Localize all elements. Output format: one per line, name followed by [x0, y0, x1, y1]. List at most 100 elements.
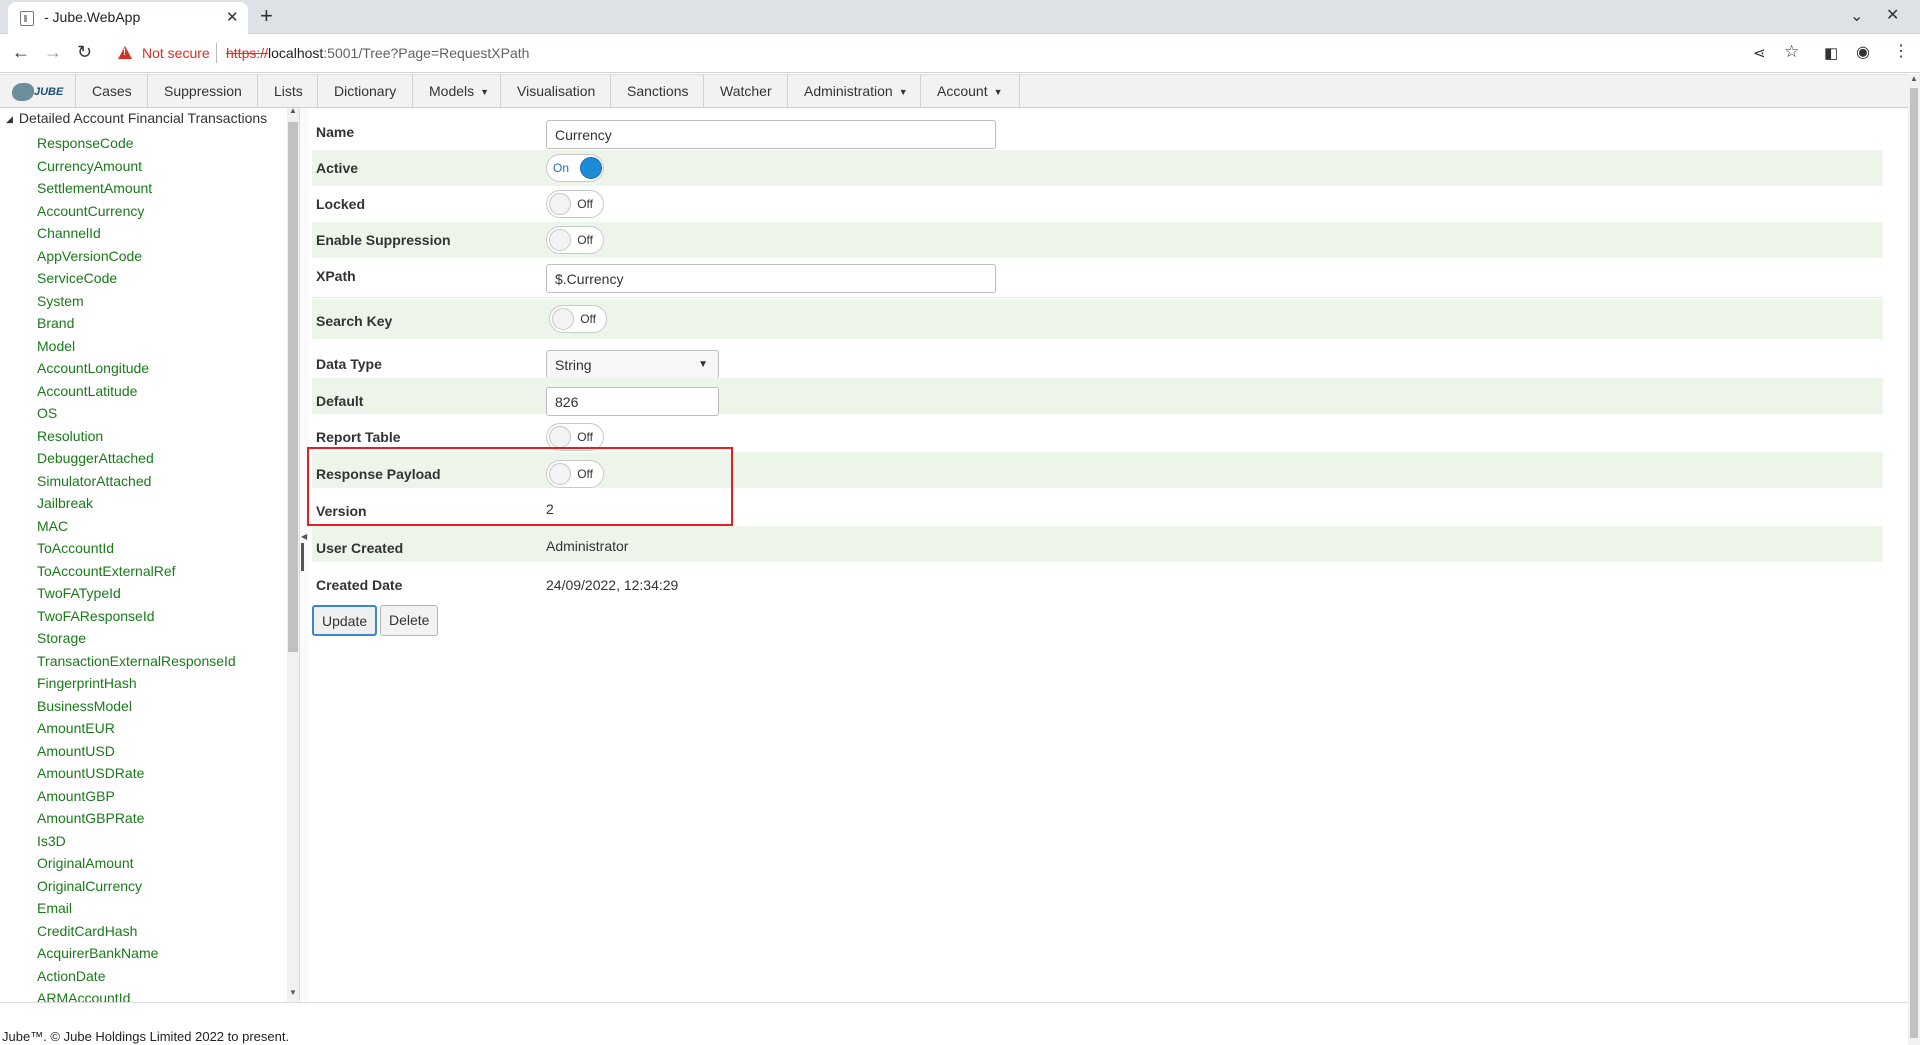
share-icon[interactable]: ⋖ [1753, 44, 1766, 64]
dropdown-arrow-icon: ▼ [698, 359, 708, 370]
update-button[interactable]: Update [312, 605, 378, 636]
tree-item[interactable]: Model [37, 335, 236, 358]
tree-item[interactable]: System [37, 290, 236, 313]
tree-item[interactable]: TransactionExternalResponseId [37, 650, 236, 673]
tree-item[interactable]: Jailbreak [37, 492, 236, 515]
tree-scrollbar[interactable]: ▲ ▼ [287, 108, 299, 1002]
tree-item[interactable]: AppVersionCode [37, 245, 236, 268]
not-secure-label[interactable]: Not secure [142, 45, 210, 61]
tree-item[interactable]: AmountUSD [37, 740, 236, 763]
tree-item[interactable]: TwoFAResponseId [37, 605, 236, 628]
tree-item[interactable]: FingerprintHash [37, 672, 236, 695]
scroll-up-icon[interactable]: ▲ [1910, 74, 1918, 83]
form-row-created-date: Created Date 24/09/2022, 12:34:29 [312, 563, 1883, 599]
nav-dictionary[interactable]: Dictionary [317, 75, 412, 108]
tree-item[interactable]: AmountEUR [37, 717, 236, 740]
profile-icon[interactable]: ◉ [1856, 43, 1870, 63]
tree-list: ResponseCode CurrencyAmount SettlementAmou… [37, 132, 236, 1002]
tree-item[interactable]: ActionDate [37, 965, 236, 988]
active-toggle[interactable]: On [546, 154, 604, 182]
name-input[interactable]: Currency [546, 120, 996, 149]
tree-item[interactable]: AmountUSDRate [37, 762, 236, 785]
tree-item[interactable]: DebuggerAttached [37, 447, 236, 470]
scroll-down-icon[interactable]: ▼ [289, 988, 297, 997]
forward-icon[interactable]: → [44, 42, 62, 62]
tree-item[interactable]: AccountLatitude [37, 380, 236, 403]
nav-cases[interactable]: Cases [75, 75, 148, 108]
tree-item[interactable]: SimulatorAttached [37, 470, 236, 493]
tree-item[interactable]: ResponseCode [37, 132, 236, 155]
tree-item[interactable]: OriginalCurrency [37, 875, 236, 898]
enable-suppression-label: Enable Suppression [316, 232, 451, 248]
tree-item[interactable]: CurrencyAmount [37, 155, 236, 178]
jube-logo[interactable]: JUBE [10, 80, 63, 104]
tree-item[interactable]: Brand [37, 312, 236, 335]
nav-suppression[interactable]: Suppression [147, 75, 258, 108]
tab-search-icon[interactable]: ⌄ [1850, 6, 1863, 26]
form-row-active: Active On [312, 150, 1883, 186]
tree-item[interactable]: AmountGBP [37, 785, 236, 808]
tree-item[interactable]: MAC [37, 515, 236, 538]
xpath-input[interactable]: $.Currency [546, 264, 996, 293]
dropdown-caret-icon: ▼ [480, 87, 490, 97]
collapse-arrow-icon[interactable]: ◀ [301, 532, 307, 541]
form-row-suppression: Enable Suppression Off [312, 222, 1883, 258]
page-scrollbar[interactable]: ▲ [1908, 74, 1920, 1045]
back-icon[interactable]: ← [12, 42, 30, 62]
nav-visualisation[interactable]: Visualisation [500, 75, 611, 108]
nav-lists[interactable]: Lists [257, 75, 319, 108]
tree-item[interactable]: ToAccountExternalRef [37, 560, 236, 583]
tree-item[interactable]: AcquirerBankName [37, 942, 236, 965]
tree-item[interactable]: AmountGBPRate [37, 807, 236, 830]
tree-item[interactable]: OriginalAmount [37, 852, 236, 875]
tree-item[interactable]: CreditCardHash [37, 920, 236, 943]
form-row-data-type: Data Type String ▼ [312, 341, 1883, 379]
nav-sanctions[interactable]: Sanctions [610, 75, 704, 108]
tree-item[interactable]: Storage [37, 627, 236, 650]
tree-item[interactable]: OS [37, 402, 236, 425]
report-table-toggle[interactable]: Off [546, 423, 604, 451]
tree-item[interactable]: TwoFATypeId [37, 582, 236, 605]
tree-scroll-thumb[interactable] [288, 122, 298, 652]
response-payload-toggle[interactable]: Off [546, 460, 604, 488]
tree-item[interactable]: ServiceCode [37, 267, 236, 290]
tree-item[interactable]: Resolution [37, 425, 236, 448]
enable-suppression-toggle[interactable]: Off [546, 226, 604, 254]
data-type-select[interactable]: String ▼ [546, 350, 719, 379]
tree-item[interactable]: AccountCurrency [37, 200, 236, 223]
default-input[interactable]: 826 [546, 387, 719, 416]
nav-watcher[interactable]: Watcher [703, 75, 788, 108]
form-row-xpath: XPath $.Currency [312, 258, 1883, 298]
tree-item[interactable]: SettlementAmount [37, 177, 236, 200]
address-bar[interactable]: https://localhost:5001/Tree?Page=Request… [226, 45, 529, 61]
page-scroll-thumb[interactable] [1910, 88, 1918, 1038]
tree-item[interactable]: Email [37, 897, 236, 920]
nav-administration[interactable]: Administration ▼ [787, 75, 924, 108]
delete-button[interactable]: Delete [380, 605, 439, 636]
nav-models[interactable]: Models ▼ [412, 75, 505, 108]
scroll-up-icon[interactable]: ▲ [289, 108, 297, 115]
nav-account[interactable]: Account ▼ [920, 75, 1020, 108]
tree-item[interactable]: ToAccountId [37, 537, 236, 560]
reload-icon[interactable]: ↻ [77, 42, 92, 62]
tree-item[interactable]: BusinessModel [37, 695, 236, 718]
window-close-icon[interactable]: ✕ [1886, 5, 1899, 25]
browser-tab[interactable]: - Jube.WebApp ✕ [8, 2, 248, 34]
tree-item[interactable]: AccountLongitude [37, 357, 236, 380]
collapse-triangle-icon[interactable]: ◢ [6, 114, 13, 124]
footer: Jube™. © Jube Holdings Limited 2022 to p… [0, 1002, 1908, 1045]
xpath-label: XPath [316, 268, 356, 284]
app-nav-bar: JUBE Cases Suppression Lists Dictionary … [0, 74, 1908, 108]
panel-splitter[interactable]: ◀ [300, 108, 308, 1002]
search-key-toggle[interactable]: Off [549, 305, 607, 333]
tree-item[interactable]: ARMAccountId [37, 987, 236, 1002]
new-tab-icon[interactable]: + [260, 3, 273, 29]
locked-toggle[interactable]: Off [546, 190, 604, 218]
side-panel-icon[interactable]: ◧ [1824, 44, 1838, 64]
bookmark-star-icon[interactable]: ☆ [1784, 42, 1799, 62]
menu-kebab-icon[interactable]: ⋮ [1893, 42, 1909, 62]
tree-item[interactable]: ChannelId [37, 222, 236, 245]
close-tab-icon[interactable]: ✕ [226, 8, 239, 26]
tree-item[interactable]: Is3D [37, 830, 236, 853]
tree-root[interactable]: ◢ Detailed Account Financial Transactions [6, 110, 267, 126]
